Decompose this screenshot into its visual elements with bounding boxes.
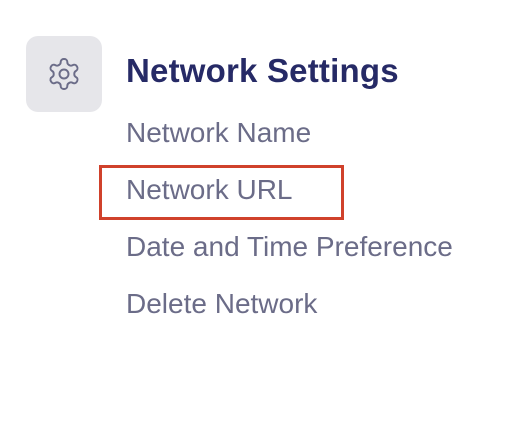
settings-icon-tile[interactable] xyxy=(26,36,102,112)
menu-item-date-time-preference[interactable]: Date and Time Preference xyxy=(126,224,453,281)
menu-item-network-url[interactable]: Network URL xyxy=(126,167,453,224)
menu-item-delete-network[interactable]: Delete Network xyxy=(126,281,453,338)
section-title: Network Settings xyxy=(126,52,399,89)
network-settings-panel: Network Settings Network Name Network UR… xyxy=(0,0,530,428)
menu-item-network-name[interactable]: Network Name xyxy=(126,110,453,167)
gear-icon xyxy=(46,56,82,92)
settings-menu: Network Name Network URL Date and Time P… xyxy=(126,110,453,338)
